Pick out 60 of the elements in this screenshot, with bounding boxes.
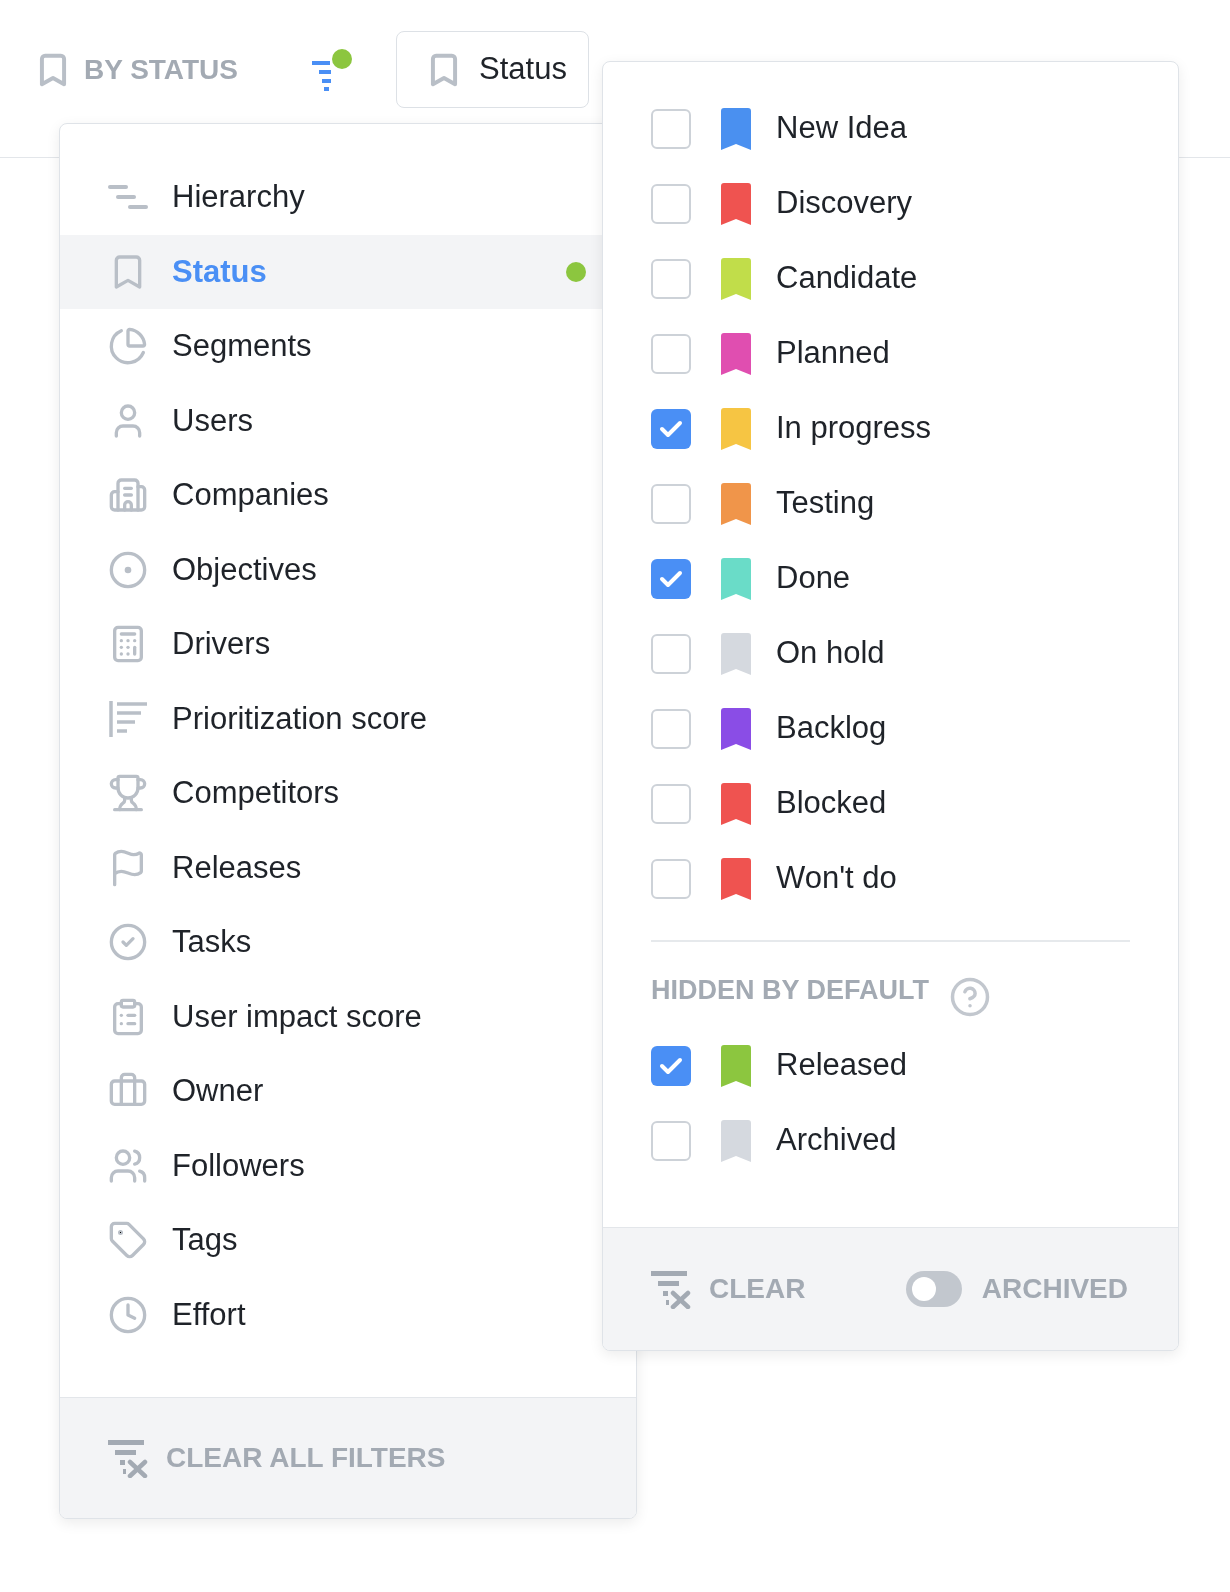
checkbox[interactable] (651, 1120, 691, 1161)
menu-item[interactable]: Competitors (60, 756, 636, 831)
status-label: Done (776, 559, 851, 598)
group-label: BY STATUS (84, 53, 238, 87)
status-label: Discovery (776, 184, 913, 223)
checkbox[interactable] (651, 633, 691, 674)
status-label: New Idea (776, 109, 907, 148)
help-icon[interactable] (949, 976, 991, 1018)
trophy-icon (108, 773, 148, 814)
status-label: Blocked (776, 784, 887, 823)
check-icon (659, 1055, 683, 1076)
clock-icon (108, 1294, 148, 1335)
menu-item[interactable]: Prioritization score (60, 681, 636, 756)
tag-icon (108, 1220, 148, 1261)
hierarchy-icon (108, 184, 148, 211)
clear-filter-icon (651, 1269, 691, 1309)
checkbox[interactable] (651, 483, 691, 524)
section-heading: HIDDEN BY DEFAULT (651, 973, 929, 1007)
menu-item[interactable]: Drivers (60, 607, 636, 682)
status-label: Candidate (776, 259, 918, 298)
check-icon (659, 568, 683, 589)
menu-item[interactable]: Owner (60, 1054, 636, 1129)
toggle-label: ARCHIVED (981, 1272, 1128, 1306)
menu-item[interactable]: Segments (60, 309, 636, 384)
checkbox[interactable] (651, 708, 691, 749)
status-label: Planned (776, 334, 890, 373)
menu-item[interactable]: Users (60, 383, 636, 458)
checkbox[interactable] (651, 258, 691, 299)
status-label: Archived (776, 1121, 897, 1160)
status-label: On hold (776, 634, 885, 673)
status-label: Backlog (776, 709, 887, 748)
clear-filter-icon (108, 1438, 148, 1478)
checkbox[interactable] (651, 858, 691, 899)
checkbox[interactable] (651, 333, 691, 374)
menu-item[interactable]: Releases (60, 830, 636, 905)
checkbox[interactable] (651, 108, 691, 149)
checkbox[interactable] (651, 783, 691, 824)
menu-item[interactable]: Hierarchy (60, 160, 636, 235)
archived-toggle[interactable] (905, 1271, 962, 1307)
checkbox[interactable] (651, 1045, 691, 1086)
menu-item[interactable]: Tags (60, 1203, 636, 1278)
status-label: Testing (776, 484, 875, 523)
checkbox[interactable] (651, 408, 691, 449)
status-label: Released (776, 1046, 907, 1085)
checkbox[interactable] (651, 558, 691, 599)
menu-item[interactable]: Companies (60, 458, 636, 533)
menu-item[interactable]: Followers (60, 1128, 636, 1203)
menu-item[interactable]: Effort (60, 1277, 636, 1352)
menu-item[interactable]: Objectives (60, 532, 636, 607)
checkbox[interactable] (651, 183, 691, 224)
target-icon (108, 549, 148, 590)
bars-icon (108, 699, 148, 738)
check-icon (659, 418, 683, 439)
menu-item[interactable]: Tasks (60, 905, 636, 980)
pie-chart-icon (108, 326, 148, 367)
status-button[interactable]: Status (396, 31, 589, 108)
check-circle-icon (108, 922, 148, 963)
status-label: In progress (776, 409, 932, 448)
menu-item[interactable]: User impact score (60, 979, 636, 1054)
status-label: Won't do (776, 859, 897, 898)
